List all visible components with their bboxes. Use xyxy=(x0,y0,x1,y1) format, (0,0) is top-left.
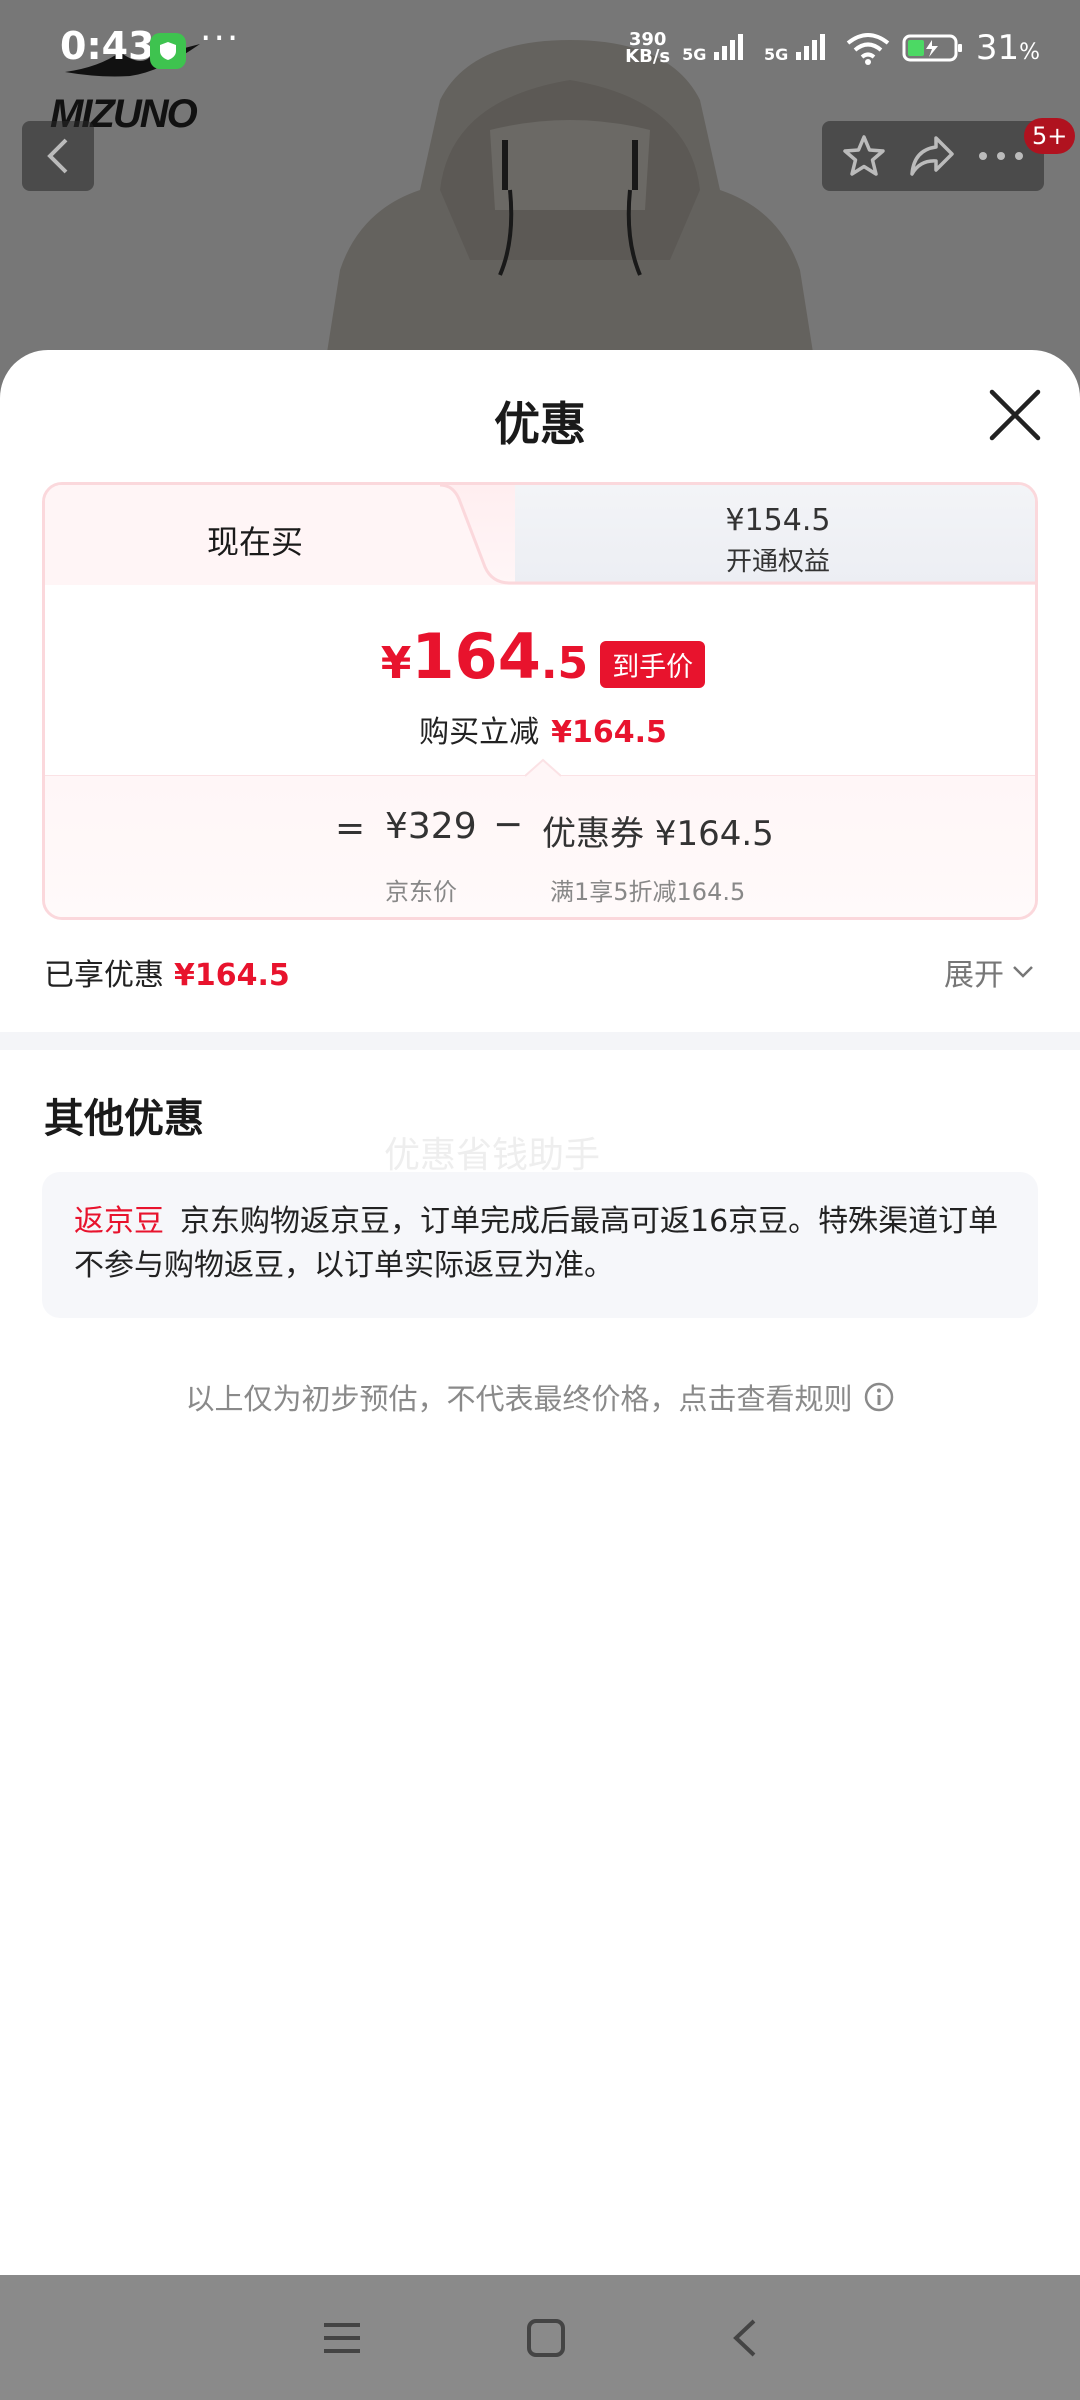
instant-reduction: 购买立减 ¥164.5 xyxy=(45,707,1035,751)
formula-jd-price: ¥329 xyxy=(385,806,477,847)
final-price-row: ¥164.5 到手价 xyxy=(45,625,1035,696)
status-time: 0:43 xyxy=(60,24,155,68)
formula-coupon-rule: 满1享5折减164.5 xyxy=(550,878,746,906)
battery-icon xyxy=(902,34,962,62)
back-nav-icon[interactable] xyxy=(730,2318,758,2358)
battery-percent: 31% xyxy=(976,28,1040,68)
member-price[interactable]: ¥154.5 xyxy=(515,503,1035,538)
final-price-integer: 164 xyxy=(411,620,541,693)
section-divider xyxy=(0,1032,1080,1050)
chevron-left-icon xyxy=(47,138,68,174)
back-button[interactable] xyxy=(22,121,94,191)
tab-buy-now-label[interactable]: 现在买 xyxy=(45,517,465,563)
price-formula: = ¥329 − 优惠券 ¥164.5 京东价 满1享5折减164.5 xyxy=(45,775,1035,917)
rules-note-text[interactable]: 以上仅为初步预估，不代表最终价格，点击查看规则 xyxy=(185,1376,852,1418)
formula-minus: − xyxy=(493,804,524,845)
discount-sheet: 优惠 现在买 ¥154.5 开通权益 ¥164.5 到手价 购买立减 ¥164.5… xyxy=(0,350,1080,2275)
net-speed: 390 KB/s xyxy=(625,31,671,67)
more-icon[interactable] xyxy=(977,150,1025,162)
other-discounts-title: 其他优惠 xyxy=(44,1096,204,1142)
final-price-badge: 到手价 xyxy=(600,641,706,688)
signal-1: 5G xyxy=(682,32,752,64)
more-notifications-icon: ··· xyxy=(200,18,241,59)
formula-coupon: 优惠券 ¥164.5 xyxy=(542,814,774,854)
jd-bean-card: 返京豆 京东购物返京豆，订单完成后最高可返16京豆。特殊渠道订单不参与购物返豆，以… xyxy=(42,1172,1038,1318)
expand-button[interactable]: 展开 xyxy=(944,950,1034,994)
menu-icon[interactable] xyxy=(322,2321,362,2355)
star-icon[interactable] xyxy=(841,133,887,179)
signal-bars-icon xyxy=(713,34,743,60)
rules-note[interactable]: 以上仅为初步预估，不代表最终价格，点击查看规则 xyxy=(0,1376,1080,1418)
final-price: ¥164.5 xyxy=(381,625,588,696)
signal-1-label: 5G xyxy=(682,45,707,64)
chevron-down-icon xyxy=(1013,966,1033,978)
expand-label: 展开 xyxy=(944,958,1004,993)
battery-value: 31 xyxy=(975,28,1020,68)
top-action-group xyxy=(822,121,1044,191)
cart-badge: 5+ xyxy=(1024,118,1076,154)
price-breakdown-card: 现在买 ¥154.5 开通权益 ¥164.5 到手价 购买立减 ¥164.5 = … xyxy=(42,482,1038,920)
jd-bean-tag: 返京豆 xyxy=(74,1204,164,1239)
signal-2-label: 5G xyxy=(763,45,789,64)
shield-icon xyxy=(150,33,186,69)
member-label[interactable]: 开通权益 xyxy=(515,541,1035,578)
enjoyed-label: 已享优惠 xyxy=(44,958,164,993)
sheet-title: 优惠 xyxy=(494,397,586,451)
share-icon[interactable] xyxy=(908,134,956,178)
formula-notch xyxy=(525,758,561,777)
enjoyed-amount: ¥164.5 xyxy=(174,958,290,993)
info-icon[interactable] xyxy=(863,1381,895,1413)
signal-bars-icon xyxy=(795,34,825,60)
signal-2: 5G xyxy=(764,32,834,64)
status-right-group: 390 KB/s 5G 5G 31% xyxy=(625,28,1040,68)
battery-unit: % xyxy=(1019,40,1040,65)
watermark: 优惠省钱助手 xyxy=(384,1135,601,1176)
final-price-currency: ¥ xyxy=(380,638,412,689)
system-nav-bar xyxy=(0,2275,1080,2400)
close-icon[interactable] xyxy=(986,386,1044,444)
final-price-decimal: .5 xyxy=(540,638,589,689)
formula-equals: = xyxy=(335,808,366,849)
wifi-icon xyxy=(846,33,890,65)
jd-bean-text: 京东购物返京豆，订单完成后最高可返16京豆。特殊渠道订单不参与购物返豆，以订单实… xyxy=(74,1204,999,1283)
status-bar: 0:43 ··· 390 KB/s 5G 5G 31% xyxy=(0,0,1080,100)
net-speed-unit: KB/s xyxy=(625,46,671,67)
enjoyed-discount: 已享优惠 ¥164.5 xyxy=(44,950,290,994)
instant-reduction-label: 购买立减 xyxy=(419,715,540,750)
instant-reduction-amount: ¥164.5 xyxy=(551,715,667,750)
formula-jd-price-label: 京东价 xyxy=(385,878,457,906)
home-icon[interactable] xyxy=(526,2318,566,2358)
